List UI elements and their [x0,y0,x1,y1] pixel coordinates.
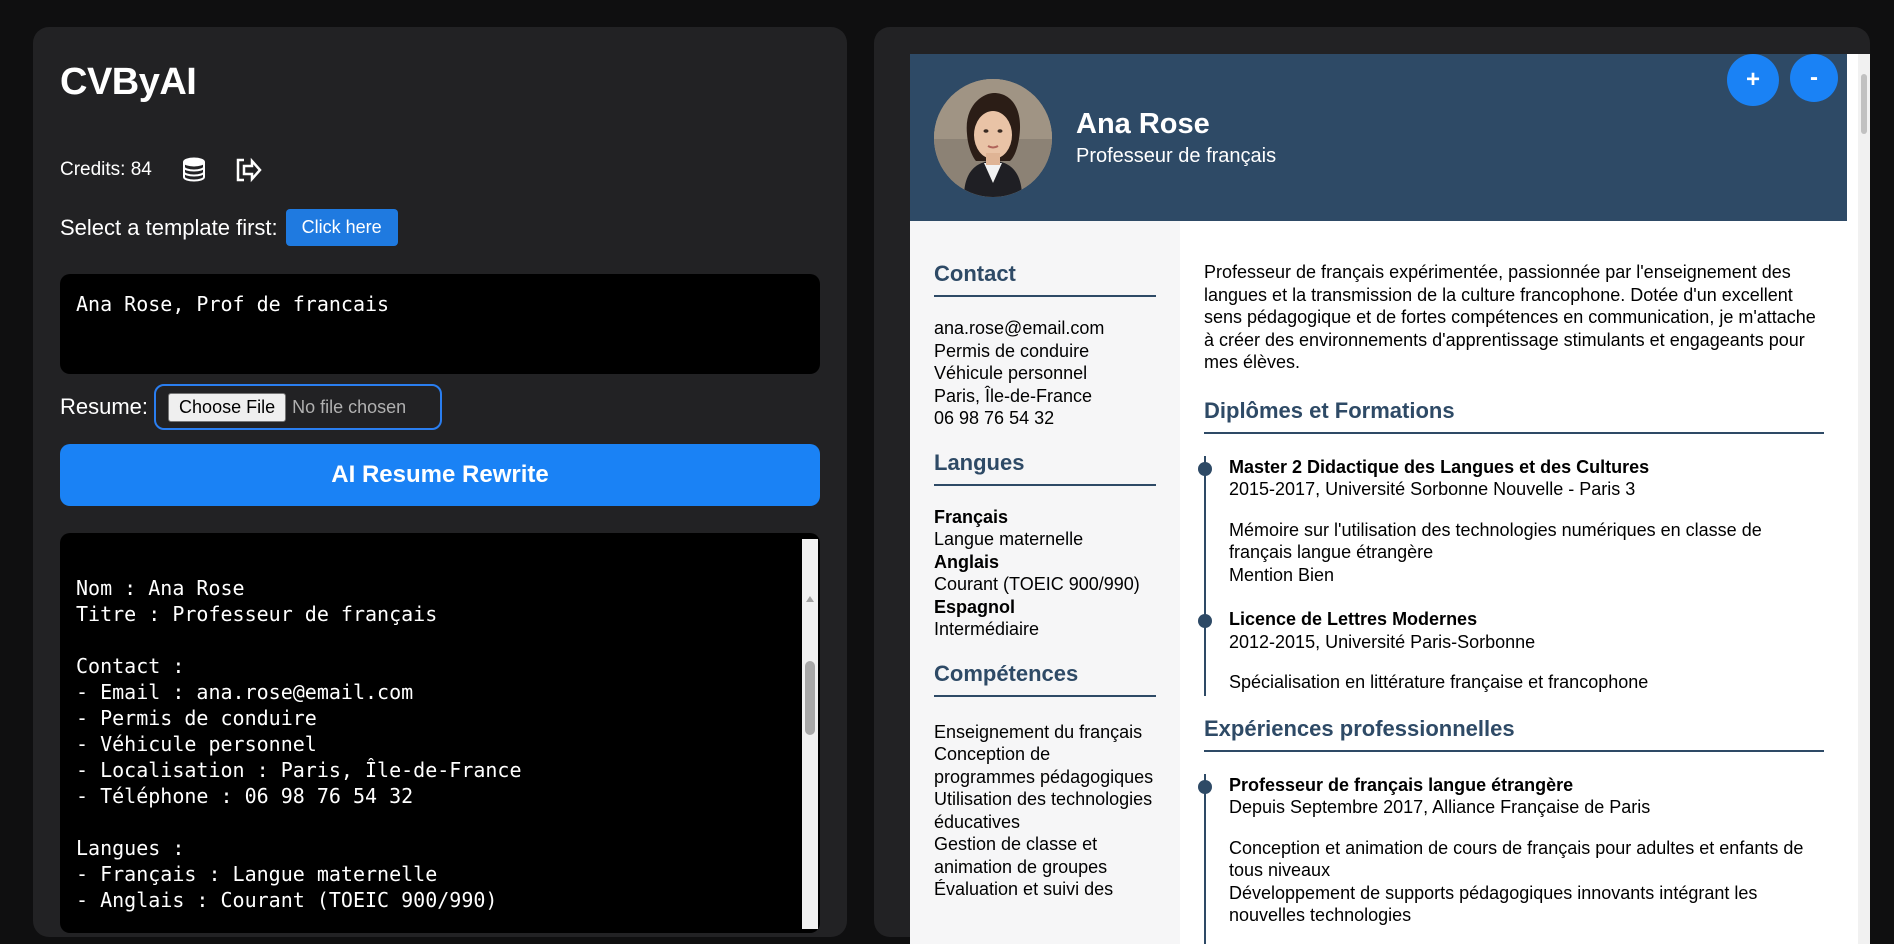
language-name: Espagnol [934,596,1156,619]
preview-panel: Ana Rose Professeur de français + - Cont… [874,27,1870,937]
cv-name: Ana Rose [1076,108,1276,141]
logout-icon[interactable] [232,154,264,186]
cv-scrollbar[interactable] [1858,54,1870,944]
contact-heading: Contact [934,261,1156,297]
scroll-thumb[interactable] [805,661,815,735]
resume-file-input[interactable]: Choose File No file chosen [154,384,442,430]
language-name: Français [934,506,1156,529]
timeline-dot [1198,614,1212,628]
prompt-input[interactable]: Ana Rose, Prof de francais [60,274,820,374]
experience-desc: Développement de supports pédagogiques i… [1229,882,1824,927]
cv-main: Professeur de français expérimentée, pas… [1204,221,1824,944]
education-desc: Mémoire sur l'utilisation des technologi… [1229,519,1824,564]
education-meta: 2015-2017, Université Sorbonne Nouvelle … [1229,478,1824,501]
timeline-dot [1198,780,1212,794]
timeline-line [1204,456,1206,696]
contact-vehicle: Véhicule personnel [934,362,1156,385]
cv-job-title: Professeur de français [1076,145,1276,168]
skill-item: Utilisation des technologies éducatives [934,788,1156,833]
contact-phone: 06 98 76 54 32 [934,407,1156,430]
experience-heading: Expériences professionnelles [1204,716,1824,752]
cv-header: Ana Rose Professeur de français [910,54,1847,221]
language-level: Langue maternelle [934,528,1156,551]
education-timeline: Master 2 Didactique des Langues et des C… [1204,456,1824,694]
experience-timeline: Professeur de français langue étrangère … [1204,774,1824,927]
experience-desc: Conception et animation de cours de fran… [1229,837,1824,882]
language-level: Intermédiaire [934,618,1156,641]
skill-item: Évaluation et suivi des [934,878,1156,901]
ai-resume-rewrite-button[interactable]: AI Resume Rewrite [60,444,820,506]
app-title: CVByAI [60,61,820,104]
education-mention: Mention Bien [1229,564,1824,587]
credits-label: Credits: 84 [60,159,152,181]
template-row: Select a template first: Click here [60,209,820,246]
editor-panel: CVByAI Credits: 84 Select a template fir… [33,27,847,937]
skill-item: Enseignement du français [934,721,1156,744]
languages-section: Langues Français Langue maternelle Angla… [934,450,1156,641]
output-scrollbar[interactable] [802,539,818,929]
education-title: Licence de Lettres Modernes [1229,608,1824,631]
resume-output-text: Nom : Ana Rose Titre : Professeur de fra… [76,576,522,912]
education-meta: 2012-2015, Université Paris-Sorbonne [1229,631,1824,654]
resume-label: Resume: [60,394,148,420]
contact-license: Permis de conduire [934,340,1156,363]
cv-scroll-thumb[interactable] [1861,74,1867,134]
contact-section: Contact ana.rose@email.com Permis de con… [934,261,1156,430]
skill-item: Conception de programmes pédagogiques [934,743,1156,788]
zoom-in-button[interactable]: + [1727,54,1779,106]
template-label: Select a template first: [60,215,278,241]
education-desc: Spécialisation en littérature française … [1229,671,1824,694]
education-title: Master 2 Didactique des Langues et des C… [1229,456,1824,479]
cv-preview: Ana Rose Professeur de français + - Cont… [910,54,1870,944]
experience-title: Professeur de français langue étrangère [1229,774,1824,797]
select-template-button[interactable]: Click here [286,209,398,246]
contact-location: Paris, Île-de-France [934,385,1156,408]
education-item: Master 2 Didactique des Langues et des C… [1229,456,1824,587]
language-name: Anglais [934,551,1156,574]
scroll-up-icon[interactable] [802,591,818,607]
education-heading: Diplômes et Formations [1204,398,1824,434]
experience-item: Professeur de français langue étrangère … [1229,774,1824,927]
choose-file-button[interactable]: Choose File [168,393,286,422]
timeline-dot [1198,462,1212,476]
cv-header-text: Ana Rose Professeur de français [1076,108,1276,168]
education-item: Licence de Lettres Modernes 2012-2015, U… [1229,608,1824,694]
language-level: Courant (TOEIC 900/990) [934,573,1156,596]
languages-heading: Langues [934,450,1156,486]
profile-photo [934,79,1052,197]
credits-row: Credits: 84 [60,154,820,186]
resume-output-textarea[interactable]: Nom : Ana Rose Titre : Professeur de fra… [60,533,820,933]
resume-upload-row: Resume: Choose File No file chosen [60,384,820,430]
zoom-out-button[interactable]: - [1790,54,1838,102]
skills-section: Compétences Enseignement du français Con… [934,661,1156,901]
file-status: No file chosen [292,397,406,418]
timeline-line [1204,774,1206,944]
cv-summary: Professeur de français expérimentée, pas… [1204,261,1824,374]
contact-email: ana.rose@email.com [934,317,1156,340]
cv-sidebar: Contact ana.rose@email.com Permis de con… [910,221,1180,944]
experience-meta: Depuis Septembre 2017, Alliance Français… [1229,796,1824,819]
coins-icon[interactable] [180,154,212,186]
skill-item: Gestion de classe et animation de groupe… [934,833,1156,878]
skills-heading: Compétences [934,661,1156,697]
